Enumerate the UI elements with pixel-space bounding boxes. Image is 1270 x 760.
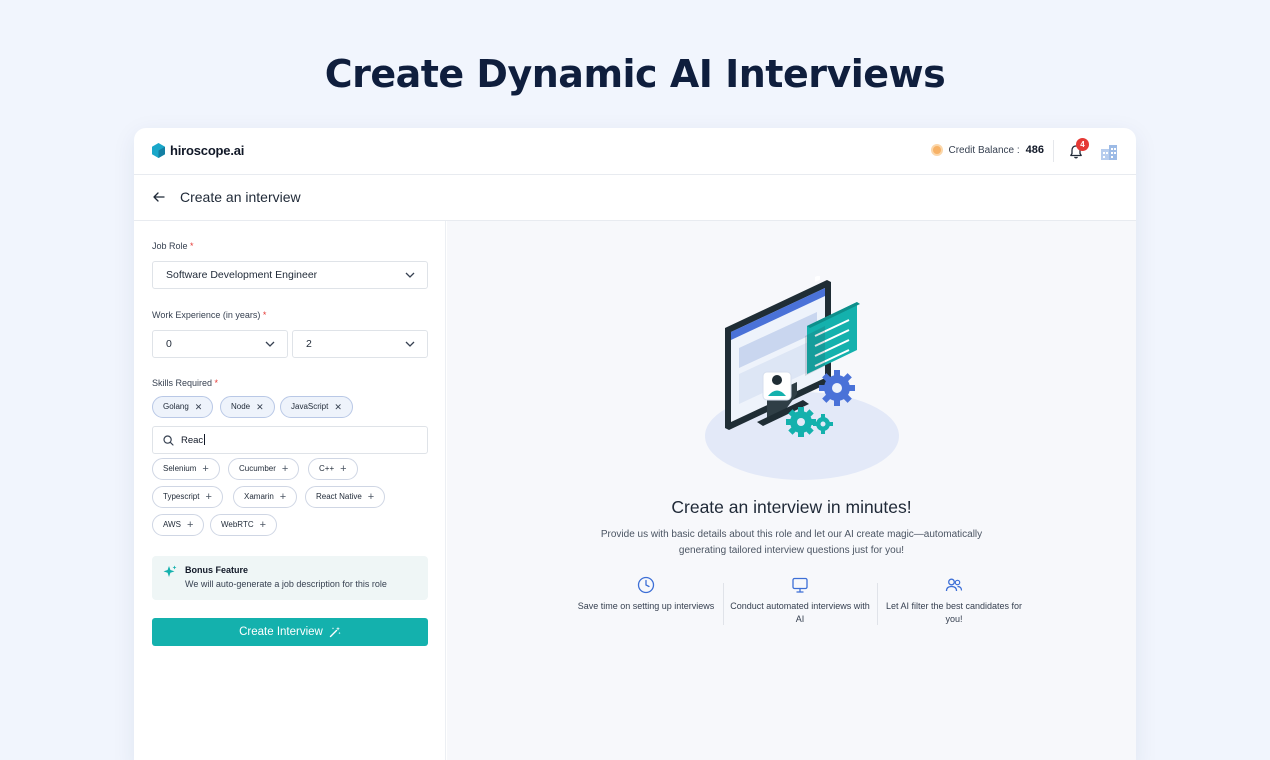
suggested-skill-chip[interactable]: Xamarin + xyxy=(233,486,298,508)
search-value: Reac xyxy=(181,434,206,446)
logo-text: hiroscope.ai xyxy=(170,143,245,158)
skill-label: Typescript xyxy=(163,492,200,501)
company-building-icon[interactable] xyxy=(1100,143,1118,161)
remove-icon[interactable]: ✕ xyxy=(334,397,342,417)
skill-label: JavaScript xyxy=(291,402,329,411)
selected-skill-chip[interactable]: Golang ✕ xyxy=(152,396,214,418)
hero-description: Provide us with basic details about this… xyxy=(600,529,983,556)
suggested-skill-chip[interactable]: Cucumber + xyxy=(228,458,300,480)
experience-label: Work Experience (in years) * xyxy=(152,310,267,320)
page-title: Create an interview xyxy=(180,189,301,205)
suggested-skill-chip[interactable]: C++ + xyxy=(308,458,358,480)
info-panel: Create an interview in minutes! Provide … xyxy=(447,221,1136,760)
skill-label: C++ xyxy=(319,464,335,473)
chevron-down-icon xyxy=(405,341,415,347)
feature-text: Let AI filter the best candidates for yo… xyxy=(885,601,1023,624)
clock-icon xyxy=(637,576,655,594)
experience-min-select[interactable]: 0 xyxy=(152,330,288,358)
skill-label: Node xyxy=(231,402,251,411)
add-icon: + xyxy=(281,463,289,475)
bonus-text: We will auto-generate a job description … xyxy=(185,579,387,589)
add-icon: + xyxy=(202,463,209,475)
chevron-down-icon xyxy=(265,341,275,347)
bonus-title: Bonus Feature xyxy=(185,565,249,575)
add-icon: + xyxy=(186,519,194,531)
feature-item: Conduct automated interviews with AI xyxy=(730,576,870,626)
add-icon: + xyxy=(340,463,347,475)
logo-hexagon-icon xyxy=(152,143,165,158)
top-bar: hiroscope.ai Credit Balance : 486 4 xyxy=(134,128,1136,175)
suggested-skill-chip[interactable]: Typescript + xyxy=(152,486,223,508)
suggested-skill-chip[interactable]: WebRTC + xyxy=(210,514,278,536)
computer-gears-illustration xyxy=(705,276,899,480)
feature-divider xyxy=(877,583,878,625)
feature-text: Conduct automated interviews with AI xyxy=(730,601,870,624)
suggested-skill-chip[interactable]: AWS + xyxy=(152,514,205,536)
sparkle-icon xyxy=(163,565,177,577)
experience-min-value: 0 xyxy=(166,338,172,350)
app-window: hiroscope.ai Credit Balance : 486 4 Crea… xyxy=(134,128,1136,760)
app-logo[interactable]: hiroscope.ai xyxy=(152,143,244,158)
credit-balance: Credit Balance : 486 xyxy=(931,144,1044,156)
job-role-value: Software Development Engineer xyxy=(166,269,318,281)
coin-icon xyxy=(931,144,944,156)
job-role-select[interactable]: Software Development Engineer xyxy=(152,261,428,289)
skill-label: WebRTC xyxy=(221,520,254,529)
experience-max-value: 2 xyxy=(306,338,312,350)
skill-label: Selenium xyxy=(163,464,197,473)
add-icon: + xyxy=(367,491,375,503)
add-icon: + xyxy=(259,519,267,531)
skills-search-input[interactable]: Reac xyxy=(152,426,428,454)
notification-badge: 4 xyxy=(1076,138,1089,151)
skill-label: Cucumber xyxy=(239,464,276,473)
sub-header: Create an interview xyxy=(134,175,1136,221)
add-icon: + xyxy=(279,491,287,503)
skill-label: Xamarin xyxy=(244,492,274,501)
create-interview-label: Create Interview xyxy=(239,626,323,638)
users-icon xyxy=(945,578,963,592)
skill-label: Golang xyxy=(163,402,189,411)
selected-skill-chip[interactable]: JavaScript ✕ xyxy=(280,396,353,418)
create-interview-button[interactable]: Create Interview xyxy=(152,618,428,646)
interview-form: Job Role * Software Development Engineer… xyxy=(134,221,446,760)
magic-wand-icon xyxy=(329,626,341,638)
search-icon xyxy=(163,435,174,446)
suggested-skill-chip[interactable]: React Native + xyxy=(305,486,386,508)
experience-max-select[interactable]: 2 xyxy=(292,330,428,358)
feature-item: Save time on setting up interviews xyxy=(576,576,716,613)
page-headline: Create Dynamic AI Interviews xyxy=(324,52,946,96)
add-icon: + xyxy=(205,491,212,503)
monitor-icon xyxy=(792,577,808,593)
feature-divider xyxy=(723,583,724,625)
hero-title: Create an interview in minutes! xyxy=(671,497,912,517)
skills-label: Skills Required * xyxy=(152,378,219,388)
back-arrow-icon[interactable] xyxy=(152,190,166,204)
suggested-skill-chip[interactable]: Selenium + xyxy=(152,458,220,480)
skill-label: AWS xyxy=(163,520,181,529)
divider xyxy=(1053,140,1054,162)
selected-skill-chip[interactable]: Node ✕ xyxy=(220,396,275,418)
credit-label: Credit Balance : xyxy=(948,144,1020,156)
chevron-down-icon xyxy=(405,272,415,278)
bonus-feature-card: Bonus Feature We will auto-generate a jo… xyxy=(152,556,428,600)
skill-label: React Native xyxy=(316,492,362,501)
feature-item: Let AI filter the best candidates for yo… xyxy=(884,576,1024,626)
remove-icon[interactable]: ✕ xyxy=(195,397,203,417)
credit-value: 486 xyxy=(1025,144,1044,156)
remove-icon[interactable]: ✕ xyxy=(256,397,264,417)
job-role-label: Job Role * xyxy=(152,241,194,251)
feature-text: Save time on setting up interviews xyxy=(577,601,715,611)
